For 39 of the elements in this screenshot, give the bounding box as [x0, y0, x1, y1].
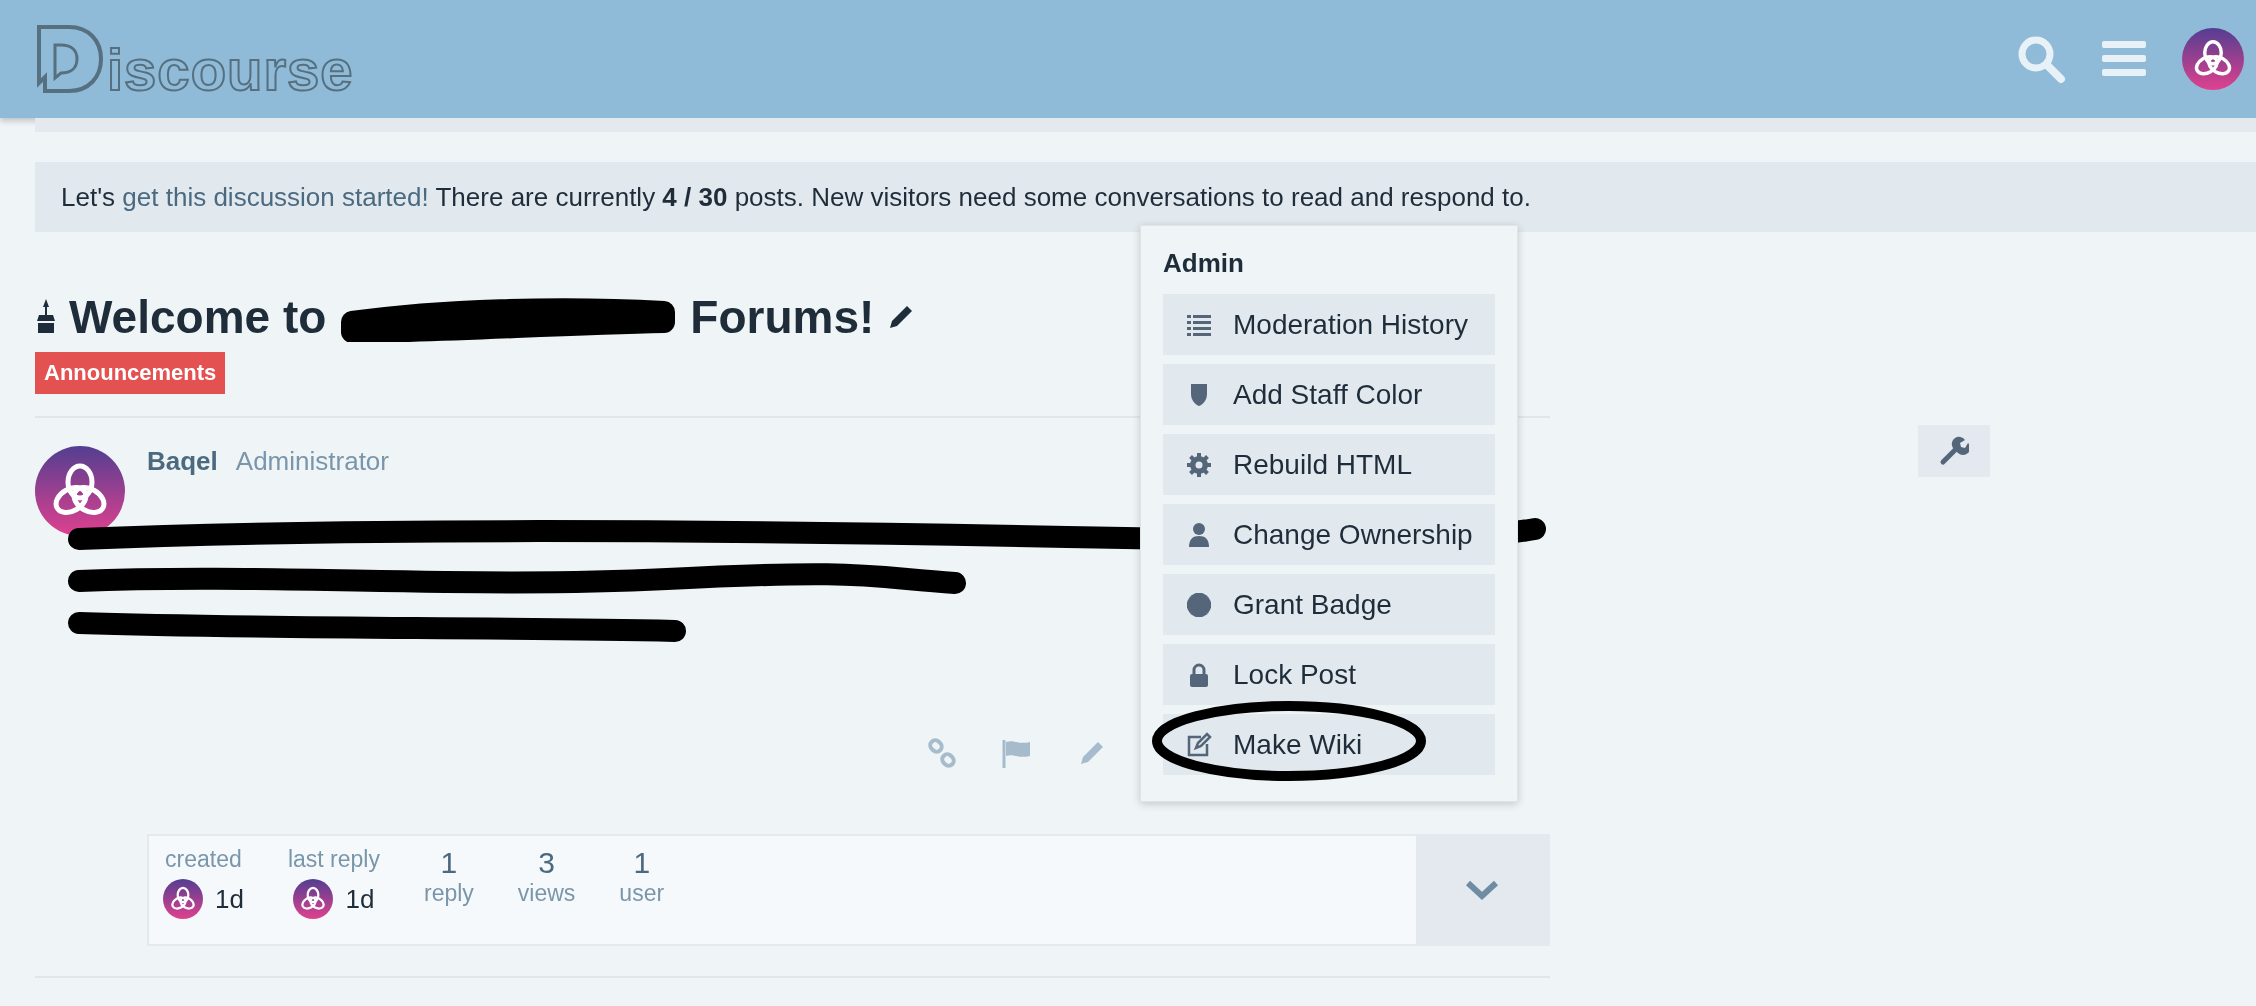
flag-icon[interactable]	[1001, 738, 1033, 768]
username[interactable]: Baqel	[147, 446, 218, 477]
stat-label: views	[517, 880, 576, 907]
search-icon[interactable]	[2016, 34, 2066, 84]
stat-value: 1d	[215, 883, 244, 915]
stat-label: reply	[423, 880, 474, 907]
user-avatar	[2182, 28, 2244, 90]
menu-item[interactable]: Grant Badge	[1163, 574, 1495, 635]
stat-value: 3	[538, 846, 555, 880]
menu-item[interactable]: Add Staff Color	[1163, 364, 1495, 425]
notice-text: Let's get this discussion started! There are currently 4 / 30 posts. New visitors need some conversations to read and respond to.	[61, 181, 1531, 213]
stat-value: 1	[440, 846, 458, 880]
user-avatar	[293, 879, 334, 919]
title-text: Welcome to	[69, 290, 327, 344]
stat-value: 1	[633, 846, 651, 880]
menu-item[interactable]: Rebuild HTML	[1163, 434, 1495, 495]
edit-icon	[1185, 730, 1213, 759]
gear-icon	[1185, 450, 1213, 479]
link-icon[interactable]	[927, 738, 957, 768]
stat-label: last reply	[287, 846, 380, 873]
chevron-icon	[1464, 879, 1500, 901]
expand-button[interactable]	[1416, 836, 1548, 944]
menu-item[interactable]: Moderation History	[1163, 294, 1495, 355]
category-badge[interactable]: Announcements	[35, 352, 226, 394]
menu-item[interactable]: Lock Post	[1163, 644, 1495, 705]
logo-text: iscourse	[107, 41, 354, 99]
user-title: Administrator	[235, 446, 389, 477]
menu-icon[interactable]	[2102, 39, 2146, 79]
title-text: Forums!	[690, 290, 875, 344]
user-avatar	[163, 879, 203, 919]
notice-link[interactable]: get this discussion started!	[122, 181, 429, 212]
stat-value: 1d	[345, 883, 375, 915]
menu-item[interactable]: Change Ownership	[1163, 504, 1495, 565]
menu-title: Admin	[1163, 248, 1245, 279]
stat-label: user	[619, 880, 665, 907]
stat-label: created	[165, 846, 242, 873]
wrench-icon	[1939, 436, 1969, 466]
wrench-button[interactable]	[1918, 425, 1990, 477]
pin-icon	[35, 299, 57, 335]
